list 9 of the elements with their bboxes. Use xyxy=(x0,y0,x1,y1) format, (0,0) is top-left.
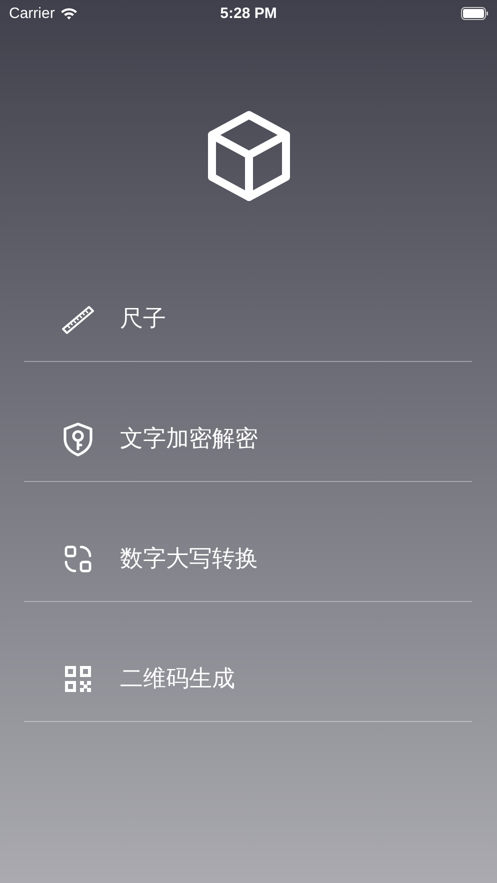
clock-time: 5:28 PM xyxy=(220,4,277,22)
menu-item[interactable]: 文字加密解密 xyxy=(120,421,258,457)
wifi-icon xyxy=(60,6,78,20)
cube-icon xyxy=(206,110,292,202)
menu-item[interactable]: 尺子 xyxy=(120,301,166,337)
menu-item[interactable]: 数字大写转换 xyxy=(120,541,258,577)
menu-item[interactable]: 二维码生成 xyxy=(120,661,235,697)
carrier-name: Carrier xyxy=(9,4,55,22)
battery-icon xyxy=(461,6,489,20)
